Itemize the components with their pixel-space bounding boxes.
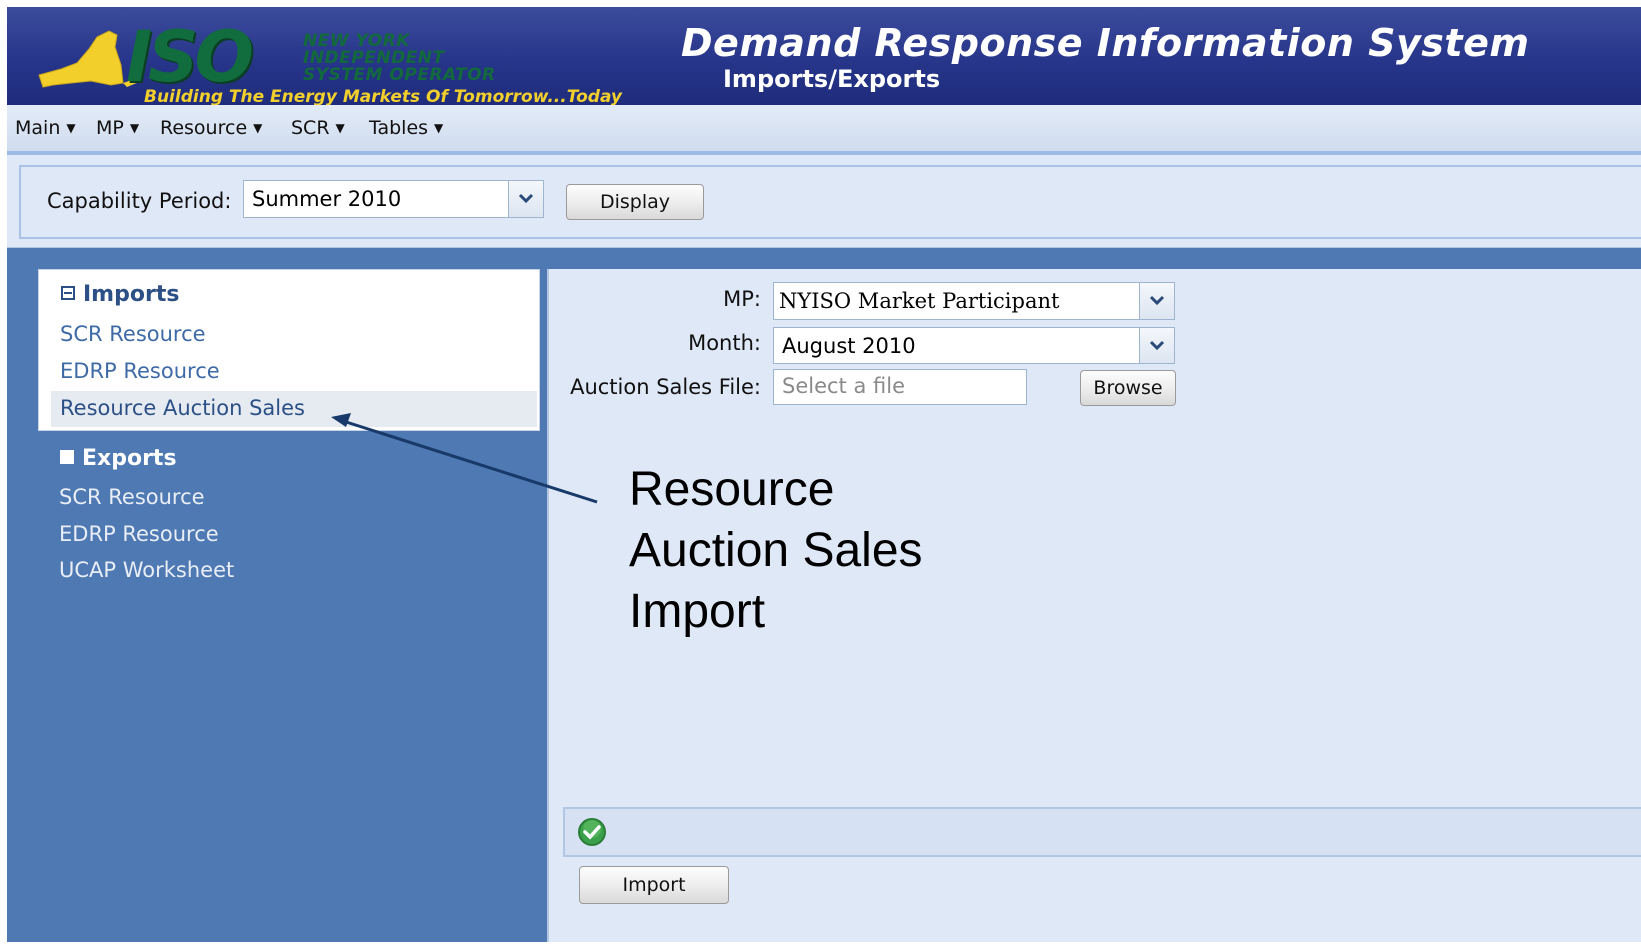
nyiso-logo: ISO NEW YORK INDEPENDENT SYSTEM OPERATOR… [31, 16, 671, 107]
collapse-icon[interactable] [61, 286, 75, 300]
import-form-panel: MP: NYISO Market Participant Month: Augu… [547, 269, 1641, 949]
caret-down-icon: ▼ [253, 121, 263, 135]
chevron-down-icon [1149, 295, 1165, 306]
dropdown-button[interactable] [1139, 328, 1174, 363]
capability-toolbar: Capability Period: Summer 2010 Display [7, 155, 1641, 248]
bottom-margin [0, 942, 1641, 949]
nav-import-scr-resource[interactable]: SCR Resource [60, 322, 206, 346]
nav-export-scr-resource[interactable]: SCR Resource [59, 485, 205, 509]
app-window: ISO NEW YORK INDEPENDENT SYSTEM OPERATOR… [7, 7, 1641, 949]
dropdown-button[interactable] [508, 181, 543, 217]
header-banner: ISO NEW YORK INDEPENDENT SYSTEM OPERATOR… [7, 7, 1641, 107]
menu-main[interactable]: Main ▼ [15, 113, 76, 143]
mp-value: NYISO Market Participant [779, 289, 1060, 313]
page-subtitle: Imports/Exports [723, 65, 941, 93]
nav-export-edrp-resource[interactable]: EDRP Resource [59, 522, 219, 546]
menu-resource[interactable]: Resource ▼ [160, 113, 262, 143]
logo-org-name: NEW YORK INDEPENDENT SYSTEM OPERATOR [303, 31, 496, 85]
nav-import-edrp-resource[interactable]: EDRP Resource [60, 359, 220, 383]
app-title: Demand Response Information System [681, 21, 1530, 65]
capability-period-label: Capability Period: [47, 189, 232, 213]
chevron-down-icon [518, 193, 534, 204]
import-button[interactable]: Import [579, 866, 729, 904]
month-value: August 2010 [782, 334, 916, 358]
status-bar [563, 807, 1641, 857]
new-york-state-icon [38, 30, 139, 88]
logo-iso-text: ISO [126, 16, 254, 98]
nav-export-ucap-worksheet[interactable]: UCAP Worksheet [59, 558, 234, 582]
menu-bar: Main ▼ MP ▼ Resource ▼ SCR ▼ Tables ▼ [7, 105, 1641, 155]
imports-panel: Imports SCR Resource EDRP Resource Resou… [38, 269, 540, 431]
menu-tables[interactable]: Tables ▼ [369, 113, 443, 143]
capability-fieldset: Capability Period: Summer 2010 Display [19, 165, 1641, 239]
check-circle-icon [578, 818, 606, 846]
dropdown-button[interactable] [1139, 283, 1174, 319]
caret-down-icon: ▼ [66, 121, 76, 135]
display-button[interactable]: Display [566, 184, 704, 220]
chevron-down-icon [1149, 340, 1165, 350]
nav-import-resource-auction-sales[interactable]: Resource Auction Sales [60, 396, 305, 420]
capability-period-value: Summer 2010 [252, 187, 402, 211]
month-select[interactable]: August 2010 [773, 327, 1175, 364]
caret-down-icon: ▼ [129, 121, 140, 135]
browse-button[interactable]: Browse [1080, 370, 1176, 406]
menu-scr[interactable]: SCR ▼ [291, 113, 345, 143]
mp-select[interactable]: NYISO Market Participant [773, 282, 1175, 320]
imports-section-header[interactable]: Imports [61, 282, 179, 307]
callout-text: Resource Auction Sales Import [629, 463, 923, 638]
exports-section-header[interactable]: Exports [60, 446, 177, 471]
logo-tagline: Building The Energy Markets Of Tomorrow.… [144, 87, 622, 107]
menu-mp[interactable]: MP ▼ [96, 113, 139, 143]
auction-sales-file-label: Auction Sales File: [570, 375, 761, 399]
caret-down-icon: ▼ [335, 121, 345, 135]
mp-label: MP: [723, 287, 761, 311]
collapse-icon[interactable] [60, 450, 74, 464]
capability-period-select[interactable]: Summer 2010 [243, 180, 544, 218]
auction-sales-file-input[interactable]: Select a file [773, 369, 1027, 405]
caret-down-icon: ▼ [434, 121, 444, 135]
month-label: Month: [688, 331, 761, 355]
